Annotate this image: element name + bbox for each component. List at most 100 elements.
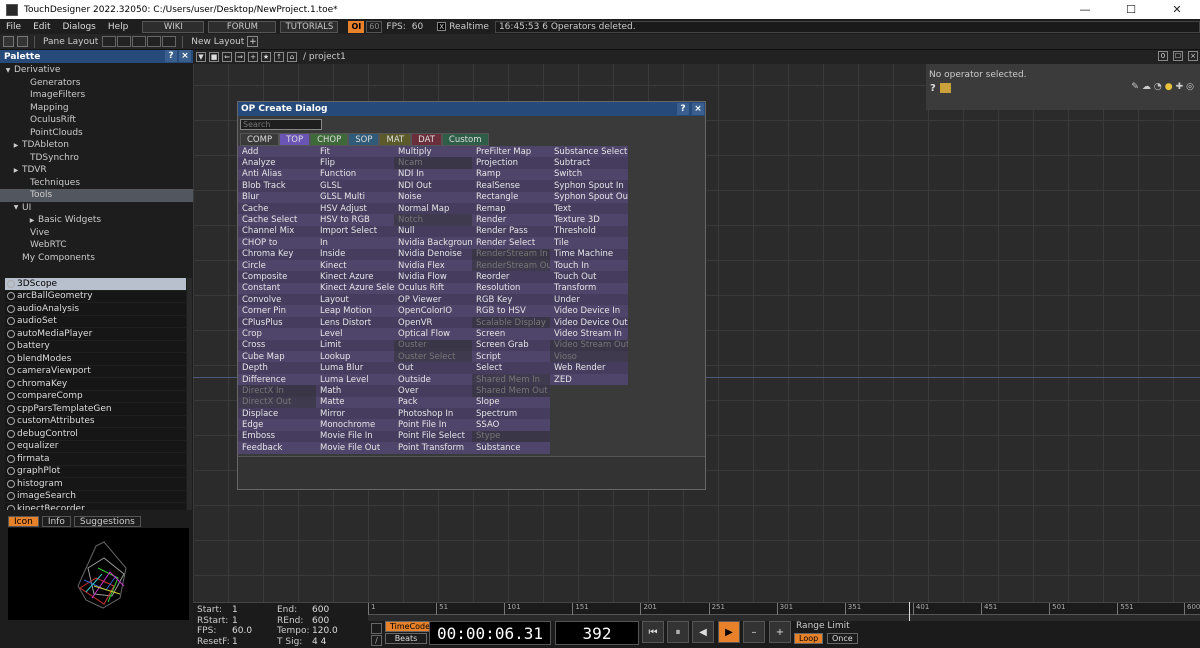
menu-help[interactable]: Help	[102, 22, 135, 32]
operator-item[interactable]: Web Render	[550, 362, 628, 374]
operator-item[interactable]: Function	[316, 168, 394, 181]
operator-item[interactable]: Video Device Out	[550, 316, 628, 329]
family-tab-top[interactable]: TOP	[279, 133, 311, 146]
stop-icon[interactable]: ■	[209, 52, 219, 62]
loop-toggle[interactable]: Loop	[794, 633, 824, 644]
operator-item[interactable]: Oculus Rift	[394, 282, 472, 295]
operator-item[interactable]: Optical Flow	[394, 328, 472, 340]
once-toggle[interactable]: Once	[827, 633, 858, 644]
palette-tree-item[interactable]: Mapping	[0, 102, 193, 115]
timecode-toggle[interactable]: TimeCode	[385, 621, 436, 632]
palette-tree-item[interactable]: ImageFilters	[0, 89, 193, 102]
operator-item[interactable]: SSAO	[472, 419, 550, 431]
operator-item[interactable]: Edge	[238, 419, 316, 431]
palette-tree-item[interactable]: Generators	[0, 77, 193, 90]
timeline-info-value[interactable]: 4 4	[312, 637, 357, 647]
operator-item[interactable]: Nvidia Denoise	[394, 248, 472, 260]
operator-item[interactable]: Cache	[238, 202, 316, 215]
operator-item[interactable]: Syphon Spout In	[550, 180, 628, 192]
operator-item[interactable]: Flip	[316, 157, 394, 169]
param-help-icon[interactable]: ?	[930, 83, 936, 94]
operator-item[interactable]: Movie File Out	[316, 442, 394, 454]
pane-split-icon[interactable]	[17, 36, 28, 47]
operator-item[interactable]: Video Device In	[550, 305, 628, 317]
operator-item[interactable]: Slope	[472, 396, 550, 408]
close-window-button[interactable]: ✕	[1154, 0, 1200, 19]
operator-item[interactable]: Add	[238, 146, 316, 158]
family-tab-sop[interactable]: SOP	[348, 133, 380, 146]
operator-item[interactable]: Limit	[316, 339, 394, 352]
timeline-info-value[interactable]: 600	[312, 605, 357, 615]
fps-cap-field[interactable]: 60	[366, 20, 383, 33]
operator-item[interactable]: Cache Select	[238, 214, 316, 226]
operator-item[interactable]: Blob Track	[238, 180, 316, 192]
operator-item[interactable]: Luma Level	[316, 373, 394, 386]
operator-item[interactable]: GLSL	[316, 180, 394, 192]
operator-item[interactable]: Displace	[238, 407, 316, 420]
operator-item[interactable]: Under	[550, 294, 628, 306]
component-list-item[interactable]: customAttributes	[5, 416, 186, 428]
operator-item[interactable]: Screen	[472, 328, 550, 340]
timeline-info-value[interactable]: 60.0	[232, 626, 277, 636]
play-reverse-button[interactable]: ◀	[692, 621, 714, 643]
operator-item[interactable]: Render Pass	[472, 225, 550, 238]
operator-item[interactable]: Threshold	[550, 225, 628, 238]
component-list-item[interactable]: blendModes	[5, 353, 186, 366]
palette-tree-item[interactable]: TDSynchro	[0, 152, 193, 165]
operator-item[interactable]: OpenColorIO	[394, 305, 472, 317]
operator-item[interactable]: Mirror	[316, 407, 394, 420]
component-list-item[interactable]: histogram	[5, 478, 186, 491]
step-back-button[interactable]: –	[743, 621, 765, 643]
operator-item[interactable]: Time Machine	[550, 248, 628, 260]
component-list-item[interactable]: graphPlot	[5, 466, 186, 478]
expanded-arrow-icon[interactable]: ▼	[12, 204, 20, 211]
family-tab-dat[interactable]: DAT	[411, 133, 442, 146]
menu-file[interactable]: File	[0, 22, 27, 32]
home-icon[interactable]: ⌂	[287, 52, 297, 62]
operator-item[interactable]: Video Stream Out	[550, 339, 628, 352]
operator-item[interactable]: Render	[472, 214, 550, 226]
palette-tree-item[interactable]: My Components	[0, 252, 193, 265]
timeline-info-value[interactable]: 1	[232, 605, 277, 615]
operator-item[interactable]: In	[316, 237, 394, 249]
component-list-item[interactable]: arcBallGeometry	[5, 291, 186, 303]
operator-item[interactable]: Script	[472, 351, 550, 363]
operator-item[interactable]: CHOP to	[238, 237, 316, 249]
palette-close-button[interactable]: ×	[179, 50, 191, 62]
operator-item[interactable]: RealSense	[472, 180, 550, 192]
palette-tree-item[interactable]: Vive	[0, 227, 193, 240]
operator-item[interactable]: Projection	[472, 157, 550, 169]
operator-item[interactable]: Anti Alias	[238, 168, 316, 181]
operator-item[interactable]: Leap Motion	[316, 305, 394, 317]
component-list-item[interactable]: equalizer	[5, 441, 186, 453]
operator-item[interactable]: Matte	[316, 396, 394, 408]
palette-tree-item[interactable]: ▼ Derivative	[0, 64, 193, 77]
layout-grid-icon[interactable]	[162, 36, 177, 47]
operator-item[interactable]: Inside	[316, 248, 394, 260]
operator-item[interactable]: Monochrome	[316, 419, 394, 431]
timeline-info-value[interactable]: 120.0	[312, 626, 357, 636]
layout-single-icon[interactable]	[102, 36, 117, 47]
palette-tree-item[interactable]: Techniques	[0, 177, 193, 190]
forum-button[interactable]: FORUM	[208, 20, 277, 33]
component-list-item[interactable]: cppParsTemplateGen	[5, 403, 186, 416]
add-icon[interactable]: +	[248, 52, 258, 62]
operator-item[interactable]: RGB Key	[472, 294, 550, 306]
operator-item[interactable]: Point File In	[394, 419, 472, 431]
oi-indicator[interactable]: OI	[348, 20, 365, 33]
step-forward-button[interactable]: +	[769, 621, 791, 643]
operator-item[interactable]: Ramp	[472, 168, 550, 181]
palette-tree-item[interactable]: ▶ TDAbleton	[0, 139, 193, 152]
operator-item[interactable]: Channel Mix	[238, 225, 316, 238]
operator-item[interactable]: Level	[316, 328, 394, 340]
operator-item[interactable]: Point Transform	[394, 442, 472, 454]
operator-item[interactable]: Nvidia Flow	[394, 271, 472, 283]
operator-item[interactable]: Corner Pin	[238, 305, 316, 317]
palette-tree-item[interactable]: ▶ TDVR	[0, 164, 193, 177]
realtime-checkbox[interactable]: X	[437, 22, 447, 31]
operator-item[interactable]: Import Select	[316, 225, 394, 238]
operator-item[interactable]: Outside	[394, 373, 472, 386]
operator-item[interactable]: Notch	[394, 214, 472, 226]
operator-item[interactable]: Remap	[472, 202, 550, 215]
operator-item[interactable]: Screen Grab	[472, 339, 550, 352]
